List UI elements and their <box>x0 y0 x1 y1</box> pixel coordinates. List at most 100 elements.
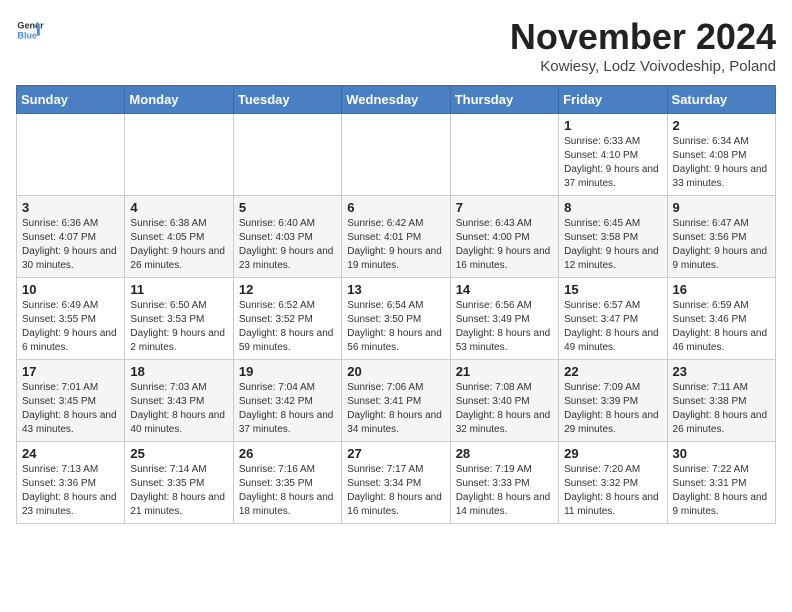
calendar-cell: 19 Sunrise: 7:04 AM Sunset: 3:42 PM Dayli… <box>233 360 341 442</box>
svg-text:General: General <box>17 21 44 31</box>
calendar-cell: 1 Sunrise: 6:33 AM Sunset: 4:10 PM Daylig… <box>559 114 667 196</box>
svg-text:Blue: Blue <box>17 30 37 40</box>
cell-content: Sunrise: 7:11 AM Sunset: 3:38 PM Dayligh… <box>673 381 770 437</box>
calendar-cell: 29 Sunrise: 7:20 AM Sunset: 3:32 PM Dayli… <box>559 442 667 524</box>
day-header-sunday: Sunday <box>17 86 125 114</box>
day-number: 22 <box>564 364 661 379</box>
cell-content: Sunrise: 6:54 AM Sunset: 3:50 PM Dayligh… <box>347 299 444 355</box>
calendar-cell: 22 Sunrise: 7:09 AM Sunset: 3:39 PM Dayli… <box>559 360 667 442</box>
calendar-cell <box>342 114 450 196</box>
calendar-week-1: 1 Sunrise: 6:33 AM Sunset: 4:10 PM Daylig… <box>17 114 776 196</box>
calendar-cell: 23 Sunrise: 7:11 AM Sunset: 3:38 PM Dayli… <box>667 360 775 442</box>
cell-content: Sunrise: 6:52 AM Sunset: 3:52 PM Dayligh… <box>239 299 336 355</box>
cell-content: Sunrise: 7:06 AM Sunset: 3:41 PM Dayligh… <box>347 381 444 437</box>
cell-content: Sunrise: 6:59 AM Sunset: 3:46 PM Dayligh… <box>673 299 770 355</box>
calendar-cell: 3Sunrise: 6:36 AM Sunset: 4:07 PM Daylig… <box>17 196 125 278</box>
calendar-cell: 21 Sunrise: 7:08 AM Sunset: 3:40 PM Dayli… <box>450 360 558 442</box>
calendar-cell: 16Sunrise: 6:59 AM Sunset: 3:46 PM Dayli… <box>667 278 775 360</box>
day-header-friday: Friday <box>559 86 667 114</box>
cell-content: Sunrise: 7:08 AM Sunset: 3:40 PM Dayligh… <box>456 381 553 437</box>
calendar-cell: 5 Sunrise: 6:40 AM Sunset: 4:03 PM Daylig… <box>233 196 341 278</box>
day-number: 11 <box>130 282 227 297</box>
month-title: November 2024 <box>510 16 776 58</box>
day-number: 19 <box>239 364 336 379</box>
calendar-cell: 27 Sunrise: 7:17 AM Sunset: 3:34 PM Dayli… <box>342 442 450 524</box>
day-number: 12 <box>239 282 336 297</box>
calendar-table: SundayMondayTuesdayWednesdayThursdayFrid… <box>16 85 776 524</box>
day-number: 24 <box>22 446 119 461</box>
day-header-thursday: Thursday <box>450 86 558 114</box>
calendar-week-2: 3Sunrise: 6:36 AM Sunset: 4:07 PM Daylig… <box>17 196 776 278</box>
cell-content: Sunrise: 7:03 AM Sunset: 3:43 PM Dayligh… <box>130 381 227 437</box>
day-number: 1 <box>564 118 661 133</box>
day-number: 15 <box>564 282 661 297</box>
calendar-cell <box>450 114 558 196</box>
calendar-cell: 6Sunrise: 6:42 AM Sunset: 4:01 PM Daylig… <box>342 196 450 278</box>
cell-content: Sunrise: 6:47 AM Sunset: 3:56 PM Dayligh… <box>673 217 770 273</box>
day-number: 7 <box>456 200 553 215</box>
logo-icon: General Blue <box>16 16 44 44</box>
calendar-cell: 9 Sunrise: 6:47 AM Sunset: 3:56 PM Daylig… <box>667 196 775 278</box>
cell-content: Sunrise: 6:43 AM Sunset: 4:00 PM Dayligh… <box>456 217 553 273</box>
cell-content: Sunrise: 7:04 AM Sunset: 3:42 PM Dayligh… <box>239 381 336 437</box>
calendar-cell: 8 Sunrise: 6:45 AM Sunset: 3:58 PM Daylig… <box>559 196 667 278</box>
cell-content: Sunrise: 6:42 AM Sunset: 4:01 PM Dayligh… <box>347 217 444 273</box>
calendar-cell: 7 Sunrise: 6:43 AM Sunset: 4:00 PM Daylig… <box>450 196 558 278</box>
calendar-week-5: 24Sunrise: 7:13 AM Sunset: 3:36 PM Dayli… <box>17 442 776 524</box>
day-number: 4 <box>130 200 227 215</box>
cell-content: Sunrise: 7:22 AM Sunset: 3:31 PM Dayligh… <box>673 463 770 519</box>
calendar-cell: 20 Sunrise: 7:06 AM Sunset: 3:41 PM Dayli… <box>342 360 450 442</box>
cell-content: Sunrise: 6:45 AM Sunset: 3:58 PM Dayligh… <box>564 217 661 273</box>
cell-content: Sunrise: 7:14 AM Sunset: 3:35 PM Dayligh… <box>130 463 227 519</box>
calendar-cell <box>233 114 341 196</box>
logo: General Blue <box>16 16 44 44</box>
day-number: 9 <box>673 200 770 215</box>
day-number: 20 <box>347 364 444 379</box>
page-header: General Blue November 2024 Kowiesy, Lodz… <box>16 16 776 75</box>
day-header-saturday: Saturday <box>667 86 775 114</box>
day-number: 23 <box>673 364 770 379</box>
calendar-cell: 10 Sunrise: 6:49 AM Sunset: 3:55 PM Dayli… <box>17 278 125 360</box>
cell-content: Sunrise: 6:57 AM Sunset: 3:47 PM Dayligh… <box>564 299 661 355</box>
day-number: 21 <box>456 364 553 379</box>
cell-content: Sunrise: 6:56 AM Sunset: 3:49 PM Dayligh… <box>456 299 553 355</box>
calendar-cell <box>17 114 125 196</box>
day-number: 5 <box>239 200 336 215</box>
day-number: 10 <box>22 282 119 297</box>
calendar-cell: 25 Sunrise: 7:14 AM Sunset: 3:35 PM Dayli… <box>125 442 233 524</box>
calendar-header-row: SundayMondayTuesdayWednesdayThursdayFrid… <box>17 86 776 114</box>
cell-content: Sunrise: 7:17 AM Sunset: 3:34 PM Dayligh… <box>347 463 444 519</box>
calendar-cell: 26 Sunrise: 7:16 AM Sunset: 3:35 PM Dayli… <box>233 442 341 524</box>
calendar-cell: 11Sunrise: 6:50 AM Sunset: 3:53 PM Dayli… <box>125 278 233 360</box>
calendar-cell: 14Sunrise: 6:56 AM Sunset: 3:49 PM Dayli… <box>450 278 558 360</box>
cell-content: Sunrise: 7:01 AM Sunset: 3:45 PM Dayligh… <box>22 381 119 437</box>
day-number: 3 <box>22 200 119 215</box>
day-number: 13 <box>347 282 444 297</box>
cell-content: Sunrise: 6:40 AM Sunset: 4:03 PM Dayligh… <box>239 217 336 273</box>
day-number: 29 <box>564 446 661 461</box>
title-block: November 2024 Kowiesy, Lodz Voivodeship,… <box>510 16 776 75</box>
cell-content: Sunrise: 6:33 AM Sunset: 4:10 PM Dayligh… <box>564 135 661 191</box>
day-number: 17 <box>22 364 119 379</box>
calendar-cell: 12 Sunrise: 6:52 AM Sunset: 3:52 PM Dayli… <box>233 278 341 360</box>
cell-content: Sunrise: 7:19 AM Sunset: 3:33 PM Dayligh… <box>456 463 553 519</box>
cell-content: Sunrise: 6:49 AM Sunset: 3:55 PM Dayligh… <box>22 299 119 355</box>
day-number: 2 <box>673 118 770 133</box>
day-number: 8 <box>564 200 661 215</box>
calendar-body: 1 Sunrise: 6:33 AM Sunset: 4:10 PM Daylig… <box>17 114 776 524</box>
day-header-wednesday: Wednesday <box>342 86 450 114</box>
cell-content: Sunrise: 6:34 AM Sunset: 4:08 PM Dayligh… <box>673 135 770 191</box>
day-header-tuesday: Tuesday <box>233 86 341 114</box>
day-number: 26 <box>239 446 336 461</box>
calendar-cell: 30 Sunrise: 7:22 AM Sunset: 3:31 PM Dayli… <box>667 442 775 524</box>
cell-content: Sunrise: 7:09 AM Sunset: 3:39 PM Dayligh… <box>564 381 661 437</box>
cell-content: Sunrise: 7:16 AM Sunset: 3:35 PM Dayligh… <box>239 463 336 519</box>
calendar-cell: 17 Sunrise: 7:01 AM Sunset: 3:45 PM Dayli… <box>17 360 125 442</box>
day-number: 27 <box>347 446 444 461</box>
cell-content: Sunrise: 7:20 AM Sunset: 3:32 PM Dayligh… <box>564 463 661 519</box>
calendar-cell: 24Sunrise: 7:13 AM Sunset: 3:36 PM Dayli… <box>17 442 125 524</box>
day-number: 25 <box>130 446 227 461</box>
calendar-cell: 28Sunrise: 7:19 AM Sunset: 3:33 PM Dayli… <box>450 442 558 524</box>
calendar-cell: 13 Sunrise: 6:54 AM Sunset: 3:50 PM Dayli… <box>342 278 450 360</box>
day-number: 30 <box>673 446 770 461</box>
